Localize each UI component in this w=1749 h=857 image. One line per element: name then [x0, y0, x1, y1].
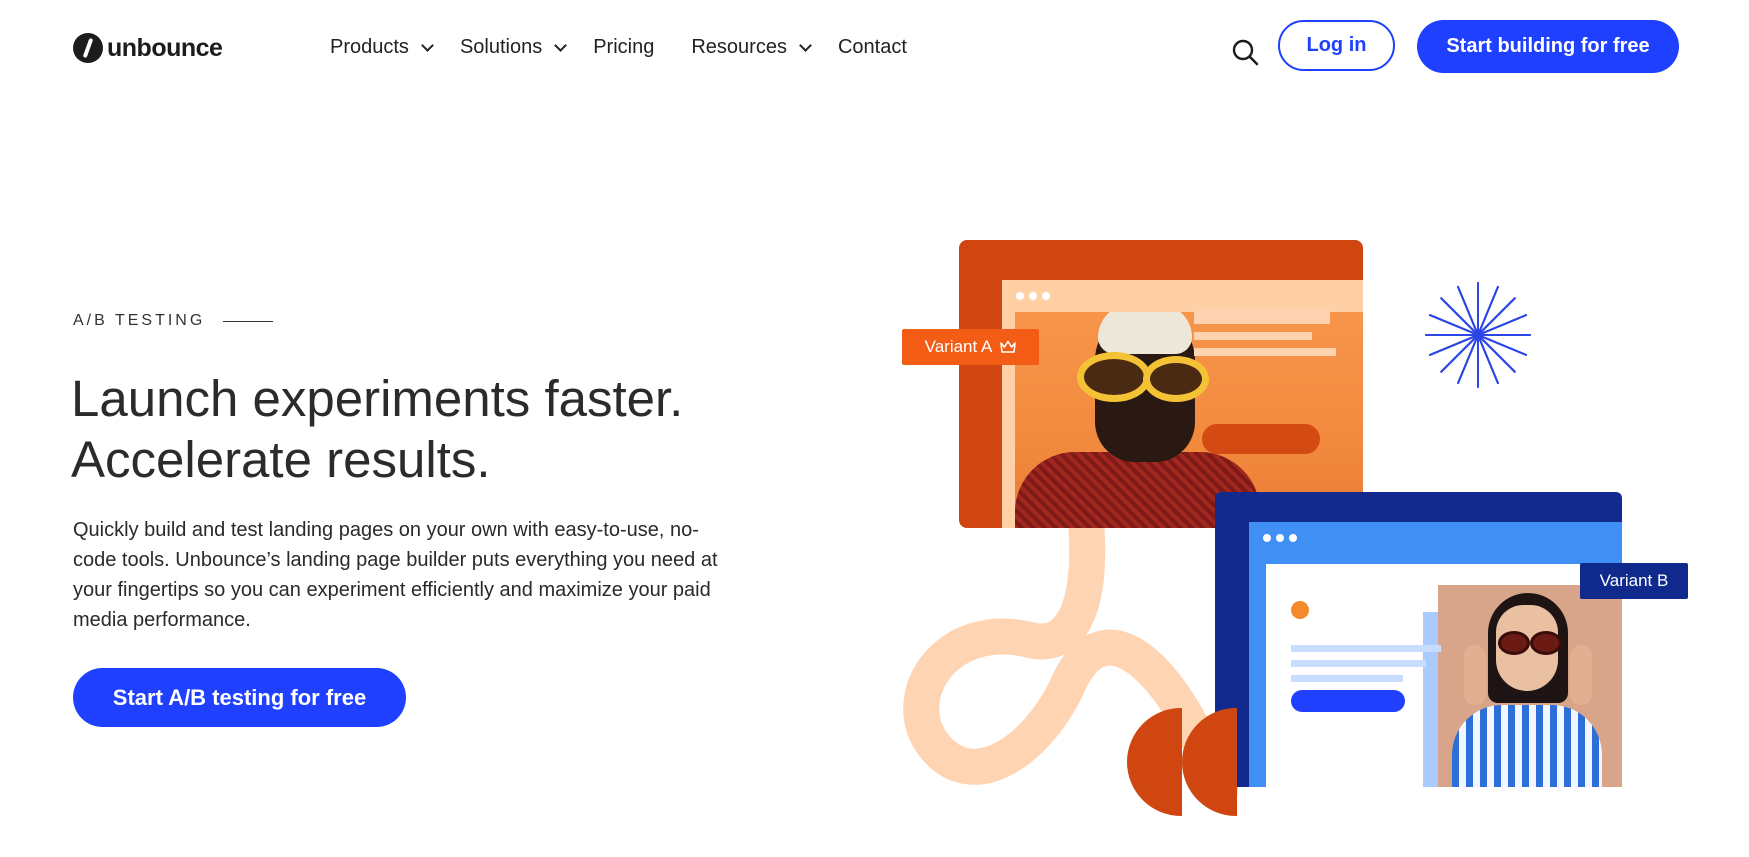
crown-icon — [1000, 340, 1017, 353]
variant-a-label: Variant A — [924, 337, 993, 356]
variant-b-photo — [1438, 585, 1622, 787]
hero-headline: Launch experiments faster. Accelerate re… — [71, 368, 831, 490]
logo-text: unbounce — [107, 33, 223, 62]
sunglasses-icon — [1143, 356, 1209, 402]
section-eyebrow: A/B TESTING — [73, 312, 274, 330]
variant-b-badge: Variant B — [1580, 563, 1688, 599]
placeholder-line — [1194, 332, 1312, 340]
sunglasses-icon — [1077, 352, 1151, 402]
login-button[interactable]: Log in — [1278, 20, 1395, 71]
placeholder-line — [1291, 660, 1426, 667]
browser-dots-icon — [1263, 534, 1297, 542]
photo-hair — [1098, 312, 1192, 354]
hero-description: Quickly build and test landing pages on … — [73, 519, 718, 631]
placeholder-line — [1194, 310, 1330, 324]
chevron-down-icon — [421, 39, 434, 52]
nav-item-label: Solutions — [459, 36, 543, 58]
start-ab-testing-button[interactable]: Start A/B testing for free — [73, 668, 406, 727]
variant-b-label: Variant B — [1599, 571, 1669, 590]
nav-item-label: Resources — [691, 36, 787, 58]
top-nav: unbounce Products Solutions Pricing Reso… — [0, 0, 1749, 96]
ab-test-illustration: Variant A Variant B — [880, 230, 1700, 830]
chevron-down-icon — [799, 39, 812, 52]
nav-item-label: Products — [330, 36, 409, 58]
eyebrow-divider — [223, 320, 274, 322]
nav-item-products[interactable]: Products — [330, 36, 434, 59]
placeholder-line — [1291, 645, 1441, 652]
starburst-icon — [1425, 282, 1531, 388]
placeholder-line — [1194, 348, 1336, 356]
logo-mark-icon — [73, 33, 103, 63]
photo-shirt — [1452, 705, 1602, 787]
nav-item-label: Pricing — [593, 36, 655, 58]
start-building-button[interactable]: Start building for free — [1417, 20, 1679, 73]
nav-item-label: Contact — [837, 36, 907, 58]
nav-item-pricing[interactable]: Pricing — [593, 36, 654, 59]
placeholder-button — [1202, 424, 1320, 454]
eyebrow-text: A/B TESTING — [73, 312, 206, 329]
headline-line-2: Accelerate results. — [71, 431, 491, 488]
search-icon[interactable] — [1231, 38, 1259, 66]
photo-hand — [1464, 645, 1486, 705]
placeholder-button — [1291, 690, 1405, 712]
unbounce-logo[interactable]: unbounce — [73, 33, 223, 63]
photo-hand — [1570, 645, 1592, 705]
sunglasses-icon — [1530, 631, 1562, 655]
headline-line-1: Launch experiments faster. — [71, 370, 684, 427]
placeholder-dot — [1291, 601, 1309, 619]
browser-dots-icon — [1016, 292, 1050, 300]
variant-a-badge: Variant A — [902, 329, 1039, 365]
chevron-down-icon — [554, 39, 568, 52]
nav-item-contact[interactable]: Contact — [838, 36, 907, 59]
nav-item-resources[interactable]: Resources — [691, 36, 812, 59]
sunglasses-icon — [1498, 631, 1530, 655]
nav-item-solutions[interactable]: Solutions — [459, 36, 568, 59]
main-menu: Products Solutions Pricing Resources Con… — [330, 36, 935, 59]
placeholder-line — [1291, 675, 1403, 682]
